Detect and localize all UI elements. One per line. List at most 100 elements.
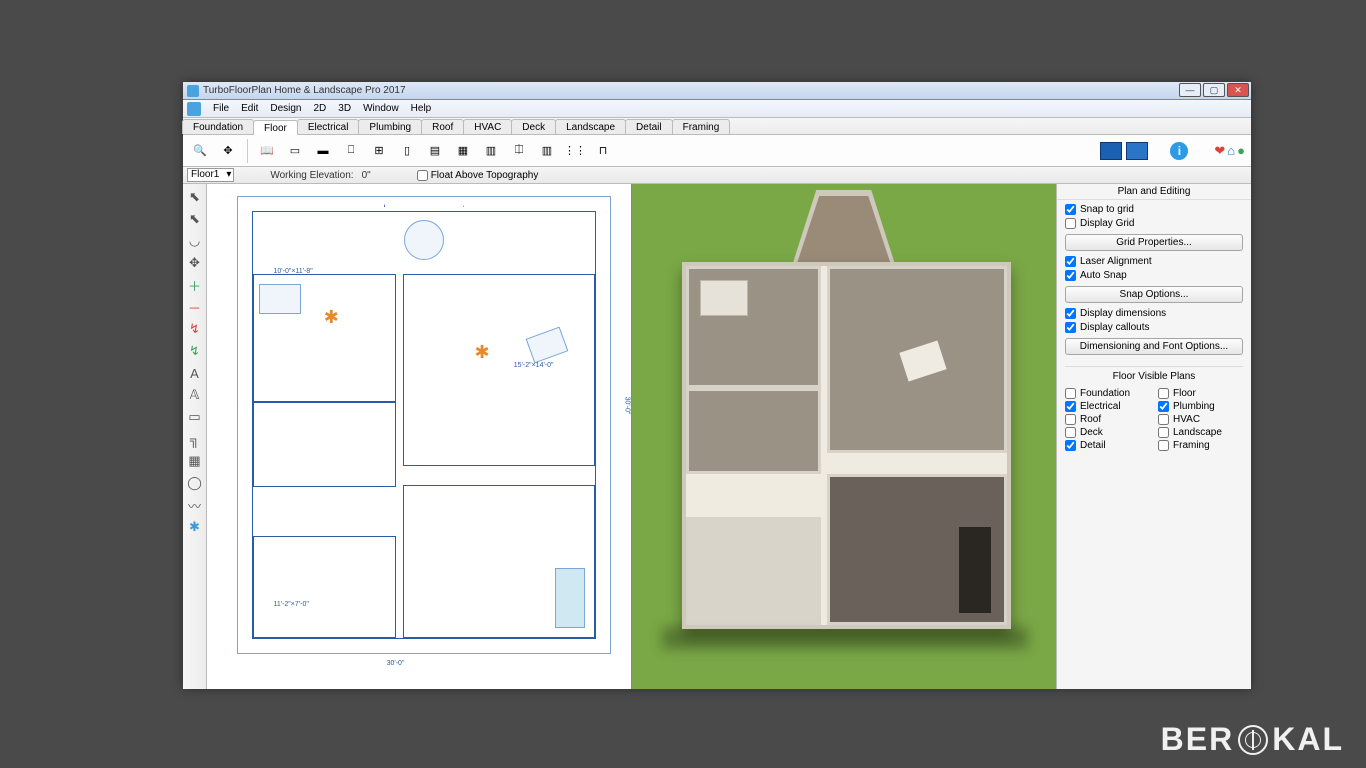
tree-icon[interactable]: ● [1237, 143, 1245, 158]
tool-cabinet[interactable]: ▥ [480, 140, 502, 162]
tab-deck[interactable]: Deck [511, 119, 556, 134]
tool-wall-int[interactable]: ▬ [312, 140, 334, 162]
tool-zoom[interactable]: 🔍 [189, 140, 211, 162]
fvp-roof[interactable]: Roof [1065, 414, 1150, 425]
tool-curtain[interactable]: ⎅ [508, 140, 530, 162]
menu-2d[interactable]: 2D [308, 102, 333, 115]
ltool-circle[interactable]: ◯ [185, 473, 205, 493]
fvp-hvac[interactable]: HVAC [1158, 414, 1243, 425]
menu-window[interactable]: Window [357, 102, 405, 115]
float-topo-checkbox[interactable]: Float Above Topography [417, 170, 539, 181]
close-button[interactable]: ✕ [1227, 83, 1249, 97]
tool-opening[interactable]: ⎕ [340, 140, 362, 162]
tab-hvac[interactable]: HVAC [463, 119, 512, 134]
btn-snap-opts[interactable]: Snap Options... [1065, 286, 1243, 303]
ltool-select-group[interactable]: ⬉ [185, 209, 205, 229]
tab-foundation[interactable]: Foundation [182, 119, 254, 134]
heart-icon[interactable]: ❤ [1214, 143, 1225, 159]
fvp-plumbing[interactable]: Plumbing [1158, 401, 1243, 412]
tab-roof[interactable]: Roof [421, 119, 464, 134]
ltool-polyline[interactable]: 〰 [185, 495, 205, 515]
menu-edit[interactable]: Edit [235, 102, 264, 115]
view-2d[interactable]: ✱ ✱ 10'-0"×11'-8" 15'-2"×14'-0" 11'-2"×7… [207, 184, 632, 689]
info-icon[interactable]: i [1170, 142, 1188, 160]
cb-laser[interactable]: Laser Alignment [1065, 256, 1243, 267]
tool-window[interactable]: ⊞ [368, 140, 390, 162]
ribbon-toolbar: 🔍 ✥ 📖 ▭ ▬ ⎕ ⊞ ▯ ▤ ▦ ▥ ⎅ ▥ ⋮⋮ ⊓ i ❤ ⌂ ● [183, 135, 1251, 167]
ltool-wall-join[interactable]: ╗ [185, 429, 205, 449]
tab-detail[interactable]: Detail [625, 119, 673, 134]
floorplan-inner: ✱ ✱ 10'-0"×11'-8" 15'-2"×14'-0" 11'-2"×7… [252, 211, 596, 639]
tool-gate[interactable]: ⊓ [592, 140, 614, 162]
menu-help[interactable]: Help [405, 102, 438, 115]
fvp-deck[interactable]: Deck [1065, 427, 1150, 438]
room3d-bath [686, 388, 821, 474]
btn-grid-props[interactable]: Grid Properties... [1065, 234, 1243, 251]
ltool-text-outline[interactable]: 𝔸 [185, 385, 205, 405]
tab-landscape[interactable]: Landscape [555, 119, 626, 134]
btn-dim-font[interactable]: Dimensioning and Font Options... [1065, 338, 1243, 355]
fp-bed [259, 284, 301, 314]
watermark-pre: BER [1161, 721, 1235, 758]
tool-column[interactable]: ▥ [536, 140, 558, 162]
watermark-post: KAL [1272, 721, 1344, 758]
view-3d[interactable] [632, 184, 1057, 689]
cb-disp-dims[interactable]: Display dimensions [1065, 308, 1243, 319]
maximize-button[interactable]: ▢ [1203, 83, 1225, 97]
menu-3d[interactable]: 3D [332, 102, 357, 115]
fp-outerdim-1: 30'-0" [387, 660, 405, 667]
tab-plumbing[interactable]: Plumbing [358, 119, 422, 134]
ltool-arc[interactable]: ◡ [185, 231, 205, 251]
fvp-framing[interactable]: Framing [1158, 440, 1243, 451]
fvp-floor[interactable]: Floor [1158, 388, 1243, 399]
minimize-button[interactable]: — [1179, 83, 1201, 97]
ltool-move[interactable]: ✥ [185, 253, 205, 273]
ltool-network[interactable]: ✱ [185, 517, 205, 537]
tab-strip: FoundationFloorElectricalPlumbingRoofHVA… [183, 118, 1251, 135]
left-toolbar: ⬉⬉◡✥＋－↯↯A𝔸▭╗▦◯〰✱ [183, 184, 207, 689]
shape-icons: ❤ ⌂ ● [1214, 143, 1245, 159]
ltool-pointer[interactable]: ⬉ [185, 187, 205, 207]
fp-bay-window [384, 184, 464, 207]
fvp-detail[interactable]: Detail [1065, 440, 1150, 451]
cb-display-grid[interactable]: Display Grid [1065, 218, 1243, 229]
tab-framing[interactable]: Framing [672, 119, 731, 134]
cb-snap-grid[interactable]: Snap to grid [1065, 204, 1243, 215]
bed3d [700, 280, 748, 316]
panel-preset-1[interactable] [1100, 142, 1122, 160]
tool-wall-ext[interactable]: ▭ [284, 140, 306, 162]
tool-door[interactable]: ▯ [396, 140, 418, 162]
fvp-landscape[interactable]: Landscape [1158, 427, 1243, 438]
tab-floor[interactable]: Floor [253, 120, 298, 135]
fvp-electrical[interactable]: Electrical [1065, 401, 1150, 412]
tab-electrical[interactable]: Electrical [297, 119, 360, 134]
tool-table[interactable]: ▦ [452, 140, 474, 162]
watermark: BER KAL [1161, 721, 1344, 758]
house-icon[interactable]: ⌂ [1227, 143, 1235, 158]
tool-book[interactable]: 📖 [256, 140, 278, 162]
ltool-wall[interactable]: ▭ [185, 407, 205, 427]
menu-file[interactable]: File [207, 102, 235, 115]
ltool-text[interactable]: A [185, 363, 205, 383]
tool-fence[interactable]: ⋮⋮ [564, 140, 586, 162]
ltool-pattern[interactable]: ▦ [185, 451, 205, 471]
fp-counter [555, 568, 585, 628]
tool-slider[interactable]: ▤ [424, 140, 446, 162]
panel-preset-2[interactable] [1126, 142, 1148, 160]
fvp-foundation[interactable]: Foundation [1065, 388, 1150, 399]
menu-bar: FileEditDesign2D3DWindowHelp [183, 100, 1251, 118]
cb-autosnap[interactable]: Auto Snap [1065, 270, 1243, 281]
ltool-break-red[interactable]: ↯ [185, 319, 205, 339]
fp-outerdim-2: 30'-0" [623, 397, 630, 415]
room3d-laundry [686, 517, 821, 625]
cb-disp-callouts[interactable]: Display callouts [1065, 322, 1243, 333]
floorplan-outer: ✱ ✱ 10'-0"×11'-8" 15'-2"×14'-0" 11'-2"×7… [237, 196, 611, 654]
window-title: TurboFloorPlan Home & Landscape Pro 2017 [203, 85, 406, 96]
ltool-subtract[interactable]: － [185, 297, 205, 317]
tool-pan[interactable]: ✥ [217, 140, 239, 162]
ltool-add[interactable]: ＋ [185, 275, 205, 295]
floor-selector[interactable]: Floor1 [187, 168, 234, 182]
ltool-break-green[interactable]: ↯ [185, 341, 205, 361]
secondary-bar: Floor1 Working Elevation: 0" Float Above… [183, 167, 1251, 184]
menu-design[interactable]: Design [264, 102, 307, 115]
